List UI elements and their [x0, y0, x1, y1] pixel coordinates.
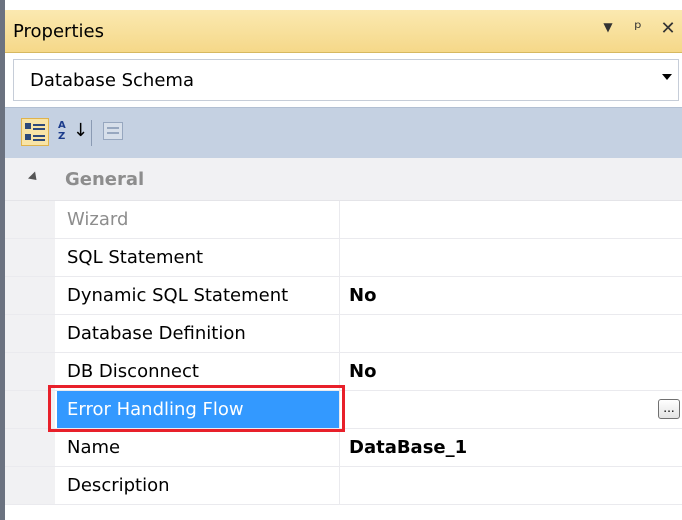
properties-toolbar: AZ ↓ [5, 107, 682, 159]
property-name: Database Definition [57, 315, 340, 352]
property-name: Error Handling Flow [57, 391, 340, 428]
panel-title: Properties [13, 21, 104, 42]
property-row-sql-statement[interactable]: SQL Statement [5, 239, 682, 277]
triangle-down-icon[interactable]: ▼ [598, 20, 618, 41]
property-value[interactable] [341, 467, 682, 504]
close-icon[interactable]: ✕ [658, 18, 678, 39]
toolbar-separator [91, 120, 92, 146]
property-name: DB Disconnect [57, 353, 340, 390]
property-row-name[interactable]: Name DataBase_1 [5, 429, 682, 467]
property-grid: General Wizard SQL Statement Dynamic SQL… [5, 158, 682, 505]
property-value[interactable] [341, 239, 682, 276]
property-pages-button[interactable] [100, 118, 128, 146]
property-value[interactable] [341, 391, 682, 428]
categorized-button[interactable] [21, 118, 49, 146]
title-bar-icons: ▼ ᵖ ✕ [598, 18, 678, 39]
property-value[interactable] [341, 315, 682, 352]
category-label: General [65, 169, 145, 190]
property-name: Wizard [57, 201, 340, 238]
properties-panel: Properties ▼ ᵖ ✕ Database Schema AZ ↓ Ge… [0, 0, 682, 520]
property-name: SQL Statement [57, 239, 340, 276]
pin-icon[interactable]: ᵖ [628, 18, 648, 39]
property-name: Name [57, 429, 340, 466]
ellipsis-button[interactable]: ... [658, 399, 680, 419]
object-selector-value: Database Schema [30, 70, 194, 91]
property-row-db-disconnect[interactable]: DB Disconnect No [5, 353, 682, 391]
property-name: Dynamic SQL Statement [57, 277, 340, 314]
property-row-dynamic-sql-statement[interactable]: Dynamic SQL Statement No [5, 277, 682, 315]
property-row-description[interactable]: Description [5, 467, 682, 505]
expand-collapse-icon[interactable] [27, 171, 41, 184]
alphabetical-button[interactable]: AZ ↓ [55, 118, 88, 146]
property-pages-icon [103, 122, 123, 140]
property-value[interactable]: No [341, 277, 682, 314]
property-row-database-definition[interactable]: Database Definition [5, 315, 682, 353]
property-name: Description [57, 467, 340, 504]
property-row-wizard[interactable]: Wizard [5, 201, 682, 239]
property-value[interactable] [341, 201, 682, 238]
object-selector[interactable]: Database Schema [13, 59, 679, 101]
category-general[interactable]: General [5, 158, 682, 201]
property-value[interactable]: DataBase_1 [341, 429, 682, 466]
property-row-error-handling-flow[interactable]: Error Handling Flow ... [5, 391, 682, 429]
title-bar: Properties ▼ ᵖ ✕ [5, 10, 682, 53]
property-value[interactable]: No [341, 353, 682, 390]
chevron-down-icon[interactable] [662, 74, 672, 80]
